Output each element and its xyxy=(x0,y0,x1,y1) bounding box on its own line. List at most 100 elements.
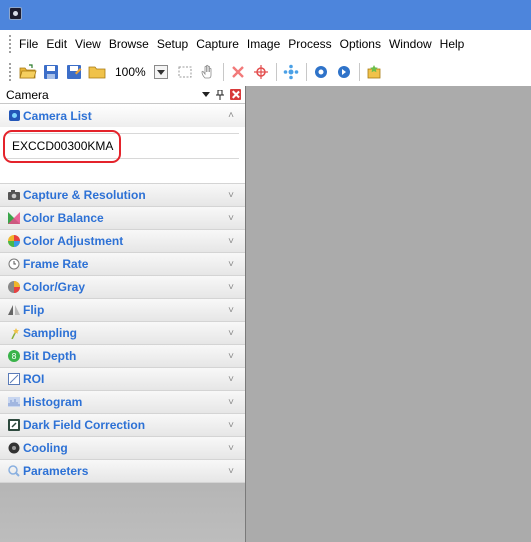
section-parameters[interactable]: Parameters ˅ xyxy=(0,460,245,483)
toolbar-grip[interactable] xyxy=(9,63,13,81)
dark-field-icon xyxy=(8,419,20,431)
toolbar-separator xyxy=(358,63,360,81)
section-label: ROI xyxy=(23,372,45,386)
expand-down-icon[interactable]: ˅ xyxy=(224,305,238,316)
delete-x-icon[interactable] xyxy=(227,61,249,83)
expand-down-icon[interactable]: ˅ xyxy=(224,443,238,454)
menu-edit[interactable]: Edit xyxy=(46,37,67,51)
save-icon[interactable] xyxy=(40,61,62,83)
color-balance-icon xyxy=(8,212,20,224)
expand-down-icon[interactable]: ˅ xyxy=(224,374,238,385)
toolbar-separator xyxy=(222,63,224,81)
zoom-value: 100% xyxy=(115,65,146,79)
section-label: Frame Rate xyxy=(23,257,89,271)
menu-capture[interactable]: Capture xyxy=(196,37,239,51)
menu-setup[interactable]: Setup xyxy=(157,37,188,51)
crosshair-red-icon[interactable] xyxy=(250,61,272,83)
panel-title: Camera xyxy=(6,87,49,102)
clock-icon xyxy=(8,258,20,270)
svg-text:8: 8 xyxy=(11,352,16,361)
image-workspace[interactable] xyxy=(246,86,531,542)
toolbar: 100% xyxy=(0,58,531,86)
app-icon[interactable] xyxy=(9,7,22,20)
toolbar-separator xyxy=(305,63,307,81)
circle-right-icon[interactable] xyxy=(333,61,355,83)
section-color-balance[interactable]: Color Balance ˅ xyxy=(0,207,245,230)
section-label: Cooling xyxy=(23,441,68,455)
expand-down-icon[interactable]: ˅ xyxy=(224,282,238,293)
menu-file[interactable]: File xyxy=(19,37,38,51)
section-dark-field-correction[interactable]: Dark Field Correction ˅ xyxy=(0,414,245,437)
panel-header: Camera xyxy=(0,86,245,104)
camera-list-item[interactable]: EXCCD00300KMA xyxy=(3,130,239,163)
selection-rect-icon[interactable] xyxy=(174,61,196,83)
section-sampling[interactable]: Sampling ˅ xyxy=(0,322,245,345)
pin-icon[interactable] xyxy=(213,88,227,102)
parameters-icon xyxy=(8,465,20,477)
menu-process[interactable]: Process xyxy=(288,37,331,51)
circle-left-icon[interactable] xyxy=(310,61,332,83)
section-frame-rate[interactable]: Frame Rate ˅ xyxy=(0,253,245,276)
section-camera-list[interactable]: Camera List ˄ xyxy=(0,104,245,127)
section-label: Color Adjustment xyxy=(23,234,124,248)
bit-depth-icon: 8 xyxy=(8,350,20,362)
menu-view[interactable]: View xyxy=(75,37,101,51)
expand-down-icon[interactable]: ˅ xyxy=(224,236,238,247)
section-label: Color Balance xyxy=(23,211,104,225)
zoom-dropdown-icon[interactable] xyxy=(153,65,168,79)
menu-image[interactable]: Image xyxy=(247,37,280,51)
panel-menu-icon[interactable] xyxy=(199,88,213,102)
toolbar-separator xyxy=(275,63,277,81)
expand-down-icon[interactable]: ˅ xyxy=(224,466,238,477)
section-label: Sampling xyxy=(23,326,78,340)
section-label: Flip xyxy=(23,303,45,317)
crosshair-blue-icon[interactable] xyxy=(280,61,302,83)
menubar-grip[interactable] xyxy=(9,35,13,53)
section-label: Color/Gray xyxy=(23,280,86,294)
expand-down-icon[interactable]: ˅ xyxy=(224,397,238,408)
folder-icon[interactable] xyxy=(86,61,108,83)
section-flip[interactable]: Flip ˅ xyxy=(0,299,245,322)
expand-down-icon[interactable]: ˅ xyxy=(224,420,238,431)
menu-help[interactable]: Help xyxy=(440,37,465,51)
section-camera-list-label: Camera List xyxy=(23,108,92,123)
save-as-icon[interactable] xyxy=(63,61,85,83)
histogram-icon xyxy=(8,396,20,408)
open-folder-icon[interactable] xyxy=(17,61,39,83)
camera-panel: Camera Camera List ˄ EXCCD00300KMA Captu… xyxy=(0,86,246,542)
section-color-adjustment[interactable]: Color Adjustment ˅ xyxy=(0,230,245,253)
hand-pan-icon[interactable] xyxy=(197,61,219,83)
menu-bar: File Edit View Browse Setup Capture Imag… xyxy=(0,30,531,58)
section-histogram[interactable]: Histogram ˅ xyxy=(0,391,245,414)
camera-list-body: EXCCD00300KMA xyxy=(0,127,245,184)
expand-down-icon[interactable]: ˅ xyxy=(224,351,238,362)
section-color-gray[interactable]: Color/Gray ˅ xyxy=(0,276,245,299)
flip-icon xyxy=(8,304,20,316)
menu-browse[interactable]: Browse xyxy=(109,37,149,51)
section-label: Histogram xyxy=(23,395,83,409)
color-gray-icon xyxy=(8,281,20,293)
expand-down-icon[interactable]: ˅ xyxy=(224,190,238,201)
highlight-annotation xyxy=(3,130,121,163)
section-roi[interactable]: ROI ˅ xyxy=(0,368,245,391)
section-label: Capture & Resolution xyxy=(23,188,146,202)
section-capture-resolution[interactable]: Capture & Resolution ˅ xyxy=(0,184,245,207)
menu-window[interactable]: Window xyxy=(389,37,432,51)
section-label: Dark Field Correction xyxy=(23,418,146,432)
section-label: Bit Depth xyxy=(23,349,77,363)
title-bar xyxy=(0,0,531,30)
sampling-icon xyxy=(8,327,20,339)
expand-down-icon[interactable]: ˅ xyxy=(224,213,238,224)
menu-options[interactable]: Options xyxy=(340,37,381,51)
section-label: Parameters xyxy=(23,464,89,478)
section-cooling[interactable]: Cooling ˅ xyxy=(0,437,245,460)
camera-icon xyxy=(8,189,20,201)
camera-list-icon xyxy=(8,110,20,122)
star-tool-icon[interactable] xyxy=(363,61,385,83)
expand-down-icon[interactable]: ˅ xyxy=(224,259,238,270)
roi-icon xyxy=(8,373,20,385)
expand-down-icon[interactable]: ˅ xyxy=(224,328,238,339)
panel-close-icon[interactable] xyxy=(230,89,241,100)
section-bit-depth[interactable]: 8 Bit Depth ˅ xyxy=(0,345,245,368)
collapse-up-icon[interactable]: ˄ xyxy=(224,110,238,121)
